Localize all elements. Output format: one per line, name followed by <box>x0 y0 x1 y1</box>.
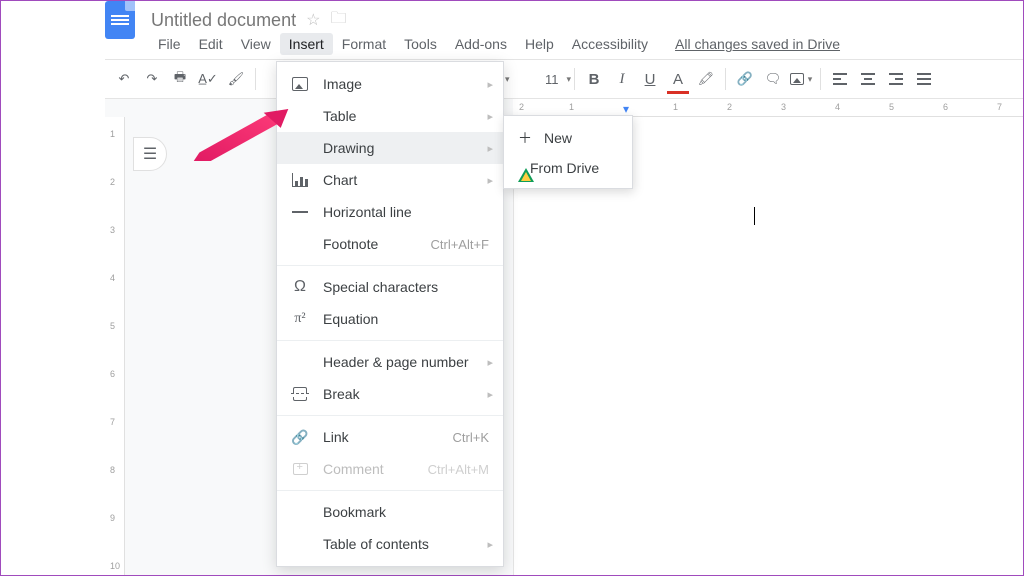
spellcheck-button[interactable]: A̲✓ <box>195 66 221 92</box>
menu-format[interactable]: Format <box>333 33 395 55</box>
align-center-button[interactable] <box>855 66 881 92</box>
menu-addons[interactable]: Add-ons <box>446 33 516 55</box>
break-icon <box>291 387 309 401</box>
link-icon: 🔗 <box>291 429 309 446</box>
menu-help[interactable]: Help <box>516 33 563 55</box>
star-icon[interactable]: ☆ <box>306 10 320 30</box>
align-left-button[interactable] <box>827 66 853 92</box>
menu-view[interactable]: View <box>232 33 280 55</box>
italic-button[interactable]: I <box>609 66 635 92</box>
omega-icon: Ω <box>291 278 309 296</box>
paint-format-button[interactable]: 🖌 <box>223 66 249 92</box>
insert-special-characters[interactable]: Ω Special characters <box>277 271 503 303</box>
insert-chart[interactable]: Chart <box>277 164 503 196</box>
redo-button[interactable]: ↷ <box>139 66 165 92</box>
menu-tools[interactable]: Tools <box>395 33 446 55</box>
insert-dropdown: Image Table Drawing Chart Horizontal lin… <box>276 61 504 567</box>
insert-drawing[interactable]: Drawing <box>277 132 503 164</box>
vertical-ruler[interactable]: 1 2 3 4 5 6 7 8 9 10 <box>105 117 125 575</box>
chart-icon <box>291 173 309 187</box>
pi-icon: π² <box>291 311 309 327</box>
underline-button[interactable]: U <box>637 66 663 92</box>
image-icon <box>291 77 309 91</box>
insert-comment-button[interactable]: 🗨 <box>760 66 786 92</box>
insert-table[interactable]: Table <box>277 100 503 132</box>
menu-accessibility[interactable]: Accessibility <box>563 33 657 55</box>
docs-app-icon[interactable] <box>105 1 135 39</box>
insert-bookmark[interactable]: Bookmark <box>277 496 503 528</box>
menu-edit[interactable]: Edit <box>190 33 232 55</box>
comment-icon <box>291 463 309 475</box>
comment-shortcut: Ctrl+Alt+M <box>428 462 489 477</box>
horizontal-line-icon <box>291 211 309 213</box>
text-color-button[interactable]: A <box>665 66 691 92</box>
save-status[interactable]: All changes saved in Drive <box>675 36 840 52</box>
insert-break[interactable]: Break <box>277 378 503 410</box>
align-right-button[interactable] <box>883 66 909 92</box>
text-cursor <box>754 207 755 225</box>
insert-image-button[interactable] <box>788 66 814 92</box>
insert-toc[interactable]: Table of contents <box>277 528 503 560</box>
align-justify-button[interactable] <box>911 66 937 92</box>
document-title[interactable]: Untitled document <box>151 10 296 31</box>
insert-comment: Comment Ctrl+Alt+M <box>277 453 503 485</box>
undo-button[interactable]: ↶ <box>111 66 137 92</box>
outline-toggle-button[interactable]: ☰ <box>133 137 167 171</box>
insert-link-button[interactable]: 🔗 <box>732 66 758 92</box>
footnote-shortcut: Ctrl+Alt+F <box>430 237 489 252</box>
print-button[interactable]: 🖶 <box>167 66 193 92</box>
bold-button[interactable]: B <box>581 66 607 92</box>
plus-icon: ＋ <box>518 128 532 148</box>
insert-equation[interactable]: π² Equation <box>277 303 503 335</box>
insert-footnote[interactable]: Footnote Ctrl+Alt+F <box>277 228 503 260</box>
insert-link[interactable]: 🔗 Link Ctrl+K <box>277 421 503 453</box>
menu-file[interactable]: File <box>149 33 190 55</box>
insert-horizontal-line[interactable]: Horizontal line <box>277 196 503 228</box>
link-shortcut: Ctrl+K <box>453 430 489 445</box>
insert-image[interactable]: Image <box>277 68 503 100</box>
drawing-from-drive[interactable]: From Drive <box>504 154 632 182</box>
drawing-new[interactable]: ＋ New <box>504 122 632 154</box>
menu-bar: File Edit View Insert Format Tools Add-o… <box>105 33 1023 59</box>
insert-header-page-number[interactable]: Header & page number <box>277 346 503 378</box>
highlight-button[interactable]: 🖍 <box>693 66 719 92</box>
font-size-select[interactable]: 11 <box>538 69 568 90</box>
menu-insert[interactable]: Insert <box>280 33 333 55</box>
move-folder-icon[interactable]: 🗀 <box>330 7 346 34</box>
drawing-submenu: ＋ New From Drive <box>503 115 633 189</box>
toolbar: ↶ ↷ 🖶 A̲✓ 🖌 11 B I U A 🖍 🔗 🗨 <box>105 59 1023 99</box>
